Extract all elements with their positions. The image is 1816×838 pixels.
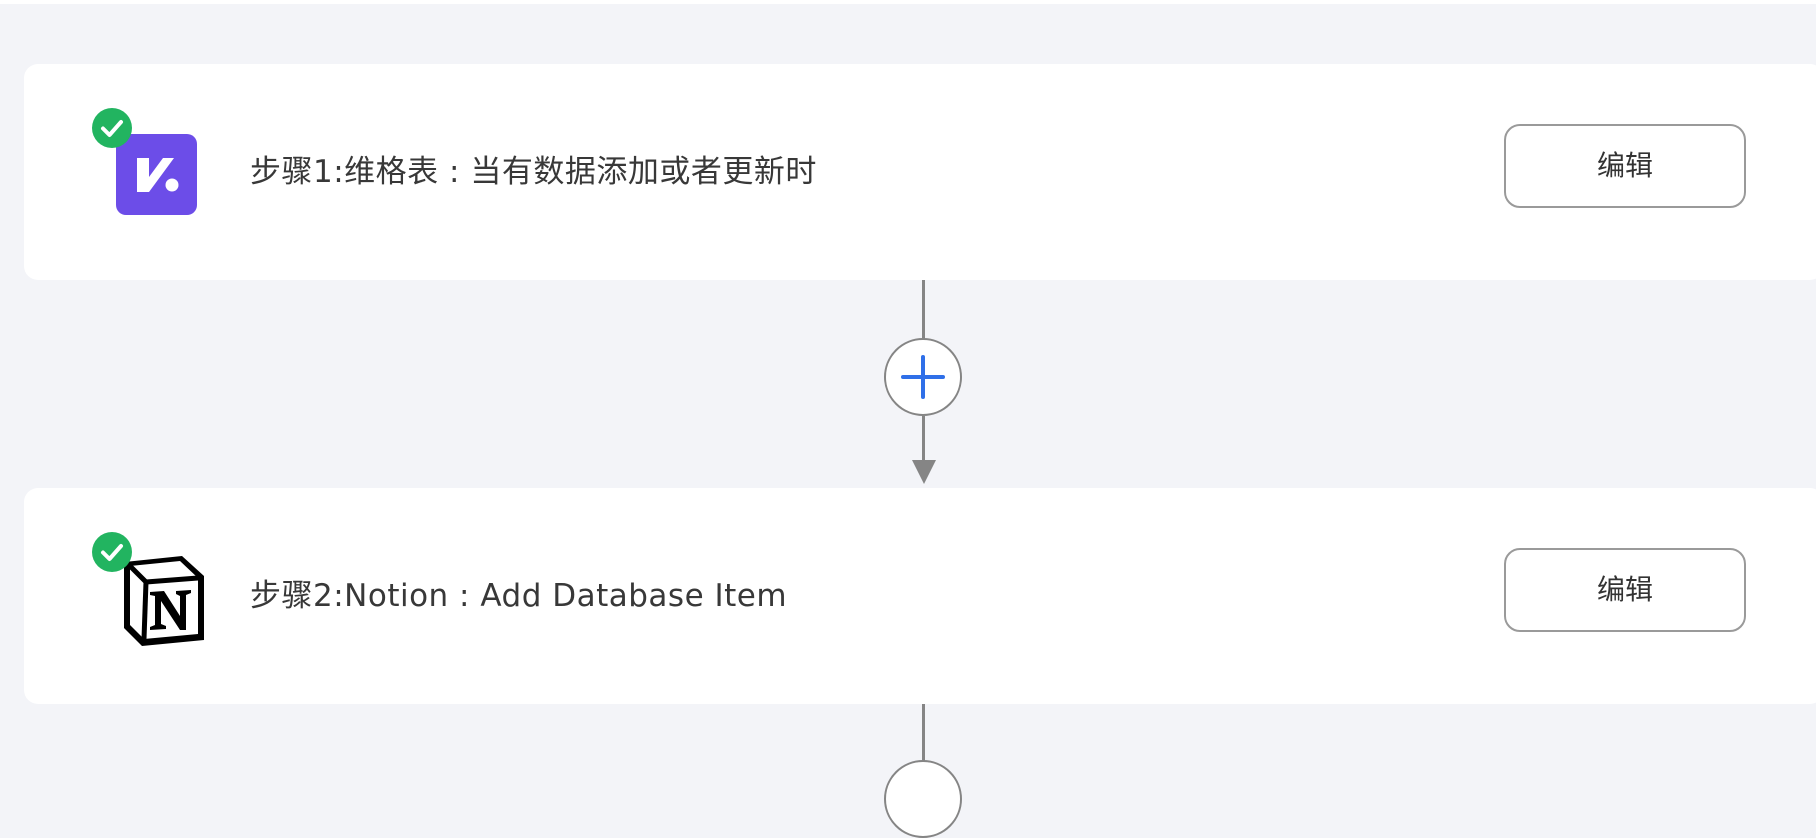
check-circle-icon [92,532,132,572]
plus-icon [901,355,945,399]
arrow-down-icon [912,460,936,484]
step-card: 步骤2:Notion : Add Database Item 编辑 [24,488,1816,704]
connector-line [922,704,925,768]
edit-button[interactable]: 编辑 [1504,124,1746,208]
connector-line [922,280,925,340]
step-card: 步骤1:维格表 : 当有数据添加或者更新时 编辑 [24,64,1816,280]
check-circle-icon [92,108,132,148]
add-step-button[interactable] [884,338,962,416]
connector-line [922,416,925,464]
top-strip [0,0,1816,4]
edit-button[interactable]: 编辑 [1504,548,1746,632]
step-title: 步骤1:维格表 : 当有数据添加或者更新时 [250,154,817,190]
add-step-button[interactable] [884,760,962,838]
step-title: 步骤2:Notion : Add Database Item [250,578,788,614]
